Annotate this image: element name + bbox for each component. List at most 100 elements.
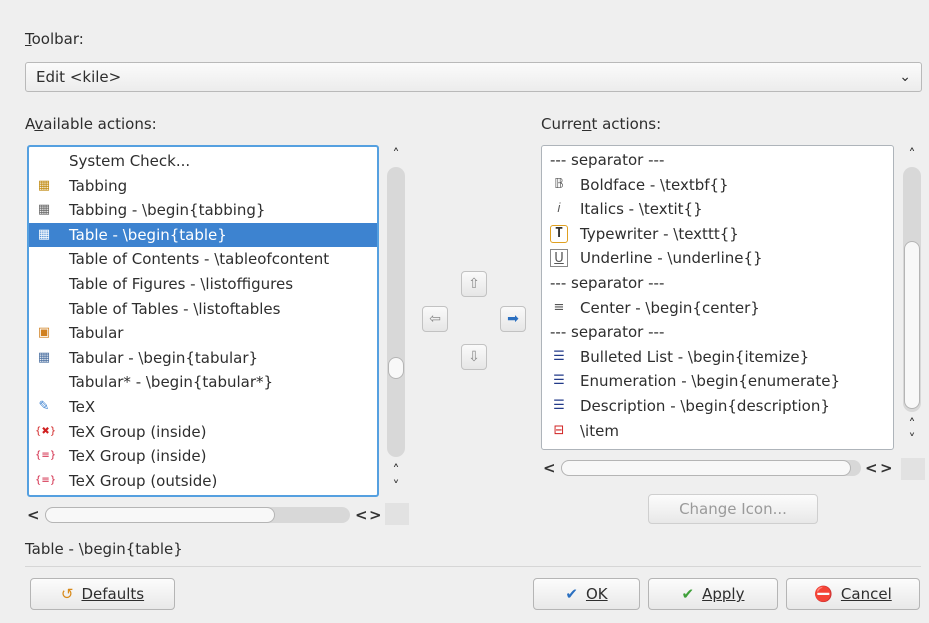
center-align-icon: ≡ [553,299,565,315]
available-vertical-scrollbar[interactable]: ˄ ˄ ˅ [385,145,407,497]
defaults-button[interactable]: ↺ Defaults [30,578,175,610]
toolbar-combobox-value: Edit <kile> [36,68,122,86]
list-item[interactable]: {≡} TeX Group (inside) [29,444,377,468]
current-actions-list[interactable]: --- separator --- 𝔹 Boldface - \textbf{} 𝑖 I… [541,145,894,450]
list-item-label: Bulleted List - \begin{itemize} [580,347,810,366]
scrollbar-thumb[interactable] [45,507,275,523]
list-item[interactable]: --- separator --- [542,148,893,172]
list-item-label: Enumeration - \begin{enumerate} [580,372,841,391]
scroll-down-arrow-icon[interactable]: ˅ [904,432,920,448]
table-icon: ▦ [37,349,51,365]
list-item-label: Description - \begin{description} [580,397,830,415]
list-item[interactable]: ▣ Tabular [29,321,377,345]
ok-label: OK [585,585,608,603]
list-item-label: System Check... [69,152,191,170]
scrollbar-corner [901,458,925,480]
list-item[interactable]: ☰ Bulleted List - \begin{itemize} [542,345,893,369]
scroll-left-arrow-icon[interactable]: < [355,505,368,525]
list-item[interactable]: ≡ Center - \begin{center} [542,296,893,320]
tabbing-env-icon: ▦ [37,202,51,218]
available-actions-label: Available actions: [25,115,157,133]
scrollbar-thumb[interactable] [561,460,851,476]
description-list-icon: ☰ [553,398,565,413]
available-horizontal-scrollbar[interactable]: < < > [27,505,382,525]
list-item[interactable]: ▦ Tabbing [29,174,377,198]
scroll-up-arrow-icon[interactable]: ˄ [388,463,404,479]
ok-button[interactable]: ✔ OK [533,578,640,610]
list-item[interactable]: --- separator --- [542,271,893,295]
divider [25,566,921,567]
list-item[interactable]: Table of Contents - \tableofcontent [29,247,377,271]
apply-button[interactable]: ✔ Apply [648,578,778,610]
list-item-label: --- separator --- [550,274,665,292]
list-item[interactable]: --- separator --- [542,320,893,344]
italic-icon: 𝑖 [557,201,561,217]
tex-icon: ✎ [38,399,50,414]
current-horizontal-scrollbar[interactable]: < < > [543,458,898,478]
list-item-label: Boldface - \textbf{} [580,175,729,194]
list-item[interactable]: {≡} TeX Group (outside) [29,469,377,493]
list-item[interactable]: System Check... [29,149,377,173]
chevron-down-icon: ⌄ [899,69,911,85]
scrollbar-thumb[interactable] [904,241,920,409]
scrollbar-corner [385,503,409,525]
scrollbar-trough[interactable] [387,167,405,457]
list-item-label: Underline - \underline{} [580,249,763,268]
underline-icon: U [550,249,568,268]
scroll-left-arrow-icon[interactable]: < [543,458,556,478]
available-actions-list[interactable]: System Check... ▦ Tabbing ▦ Tabbing - \begin… [27,145,379,497]
scroll-up-arrow-icon[interactable]: ˄ [904,417,920,433]
list-item-label: Tabbing - \begin{tabbing} [69,201,266,220]
list-item-label: Table of Tables - \listoftables [69,299,281,318]
list-item-label: --- separator --- [550,151,665,169]
list-item-label: Center - \begin{center} [580,298,760,317]
move-up-button[interactable]: ⇧ [461,271,487,297]
bulleted-list-icon: ☰ [553,348,565,364]
scroll-up-arrow-icon[interactable]: ˄ [904,147,920,163]
list-item[interactable]: {✖} TeX Group (inside) [29,420,377,444]
list-item[interactable]: ▦ Tabbing - \begin{tabbing} [29,198,377,222]
list-item[interactable]: ✎ TeX [29,395,377,419]
list-item[interactable]: ▦ Table - \begin{table} [29,222,377,247]
list-item-label: Table of Contents - \tableofcontent [69,250,330,269]
arrow-left-icon: ⇦ [429,311,441,327]
arrow-right-icon: ➡ [507,311,519,327]
change-icon-button[interactable]: Change Icon... [648,494,818,524]
list-item[interactable]: 𝑖 Italics - \textit{} [542,197,893,221]
move-down-button[interactable]: ⇩ [461,344,487,370]
scroll-up-arrow-icon[interactable]: ˄ [388,147,404,163]
defaults-label: Defaults [81,585,145,603]
scroll-left-arrow-icon[interactable]: < [865,458,878,478]
list-item-label: \item [580,421,619,440]
list-item-label: Tabbing [69,176,128,195]
current-actions-label: Current actions: [541,115,662,133]
list-item[interactable]: ▦ Tabular - \begin{tabular} [29,346,377,370]
list-item[interactable]: U Underline - \underline{} [542,246,893,270]
tex-group-icon: {≡} [35,474,57,486]
checkmark-icon: ✔ [565,585,578,603]
current-vertical-scrollbar[interactable]: ˄ ˄ ˅ [901,145,923,450]
list-item[interactable]: ☰ Enumeration - \begin{enumerate} [542,369,893,393]
remove-action-button[interactable]: ⇦ [422,306,448,332]
tex-group-icon: {≡} [35,450,57,462]
list-item[interactable]: T Typewriter - \texttt{} [542,222,893,246]
list-item[interactable]: ☰ Description - \begin{description} [542,394,893,418]
list-item[interactable]: Table of Tables - \listoftables [29,297,377,321]
list-item-label: TeX Group (inside) [69,447,207,466]
list-item[interactable]: Table of Figures - \listoffigures [29,272,377,296]
reset-icon: ↺ [60,585,74,603]
change-icon-label: Change Icon... [679,500,787,518]
scrollbar-thumb[interactable] [388,357,404,379]
toolbar-combobox[interactable]: Edit <kile> ⌄ [25,62,922,92]
list-item-label: Typewriter - \texttt{} [580,224,739,243]
add-action-button[interactable]: ➡ [500,306,526,332]
list-item-label: Tabular [69,324,124,343]
scroll-right-arrow-icon[interactable]: > [369,505,382,525]
list-item[interactable]: ⊟ \item [542,419,893,443]
list-item[interactable]: Tabular* - \begin{tabular*} [29,370,377,394]
scroll-left-arrow-icon[interactable]: < [27,505,40,525]
cancel-button[interactable]: ⛔ Cancel [786,578,920,610]
scroll-down-arrow-icon[interactable]: ˅ [388,479,404,495]
scroll-right-arrow-icon[interactable]: > [880,458,893,478]
list-item[interactable]: 𝔹 Boldface - \textbf{} [542,173,893,197]
